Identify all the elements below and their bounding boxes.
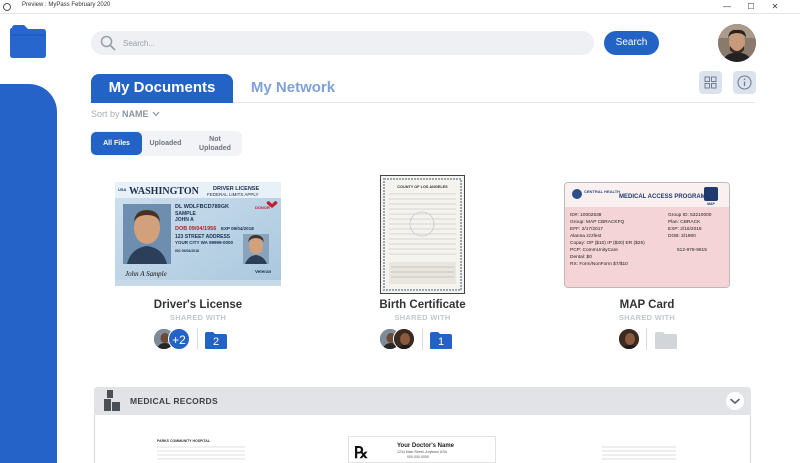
map-id: ID#: 10002638 <box>570 212 602 218</box>
map-pcp: PCP: CommUnityCare <box>570 247 618 253</box>
user-avatar[interactable] <box>718 24 756 62</box>
dl-state: WASHINGTON <box>129 186 200 197</box>
dl-addr2: YOUR CITY WA 99999-0000 <box>175 240 234 245</box>
more-shared-count[interactable]: +2 <box>168 328 190 350</box>
map-brand: CENTRAL HEALTH <box>584 189 620 194</box>
svg-text:℞: ℞ <box>354 445 368 462</box>
svg-text:USA: USA <box>118 187 127 192</box>
dl-name2: JOHN A <box>175 217 194 223</box>
map-exp: EXP: 2/16/2018 <box>668 226 702 232</box>
dl-iss: ISS 09/04/2018 <box>175 249 199 253</box>
window-icon[interactable] <box>3 3 11 11</box>
filter-not-uploaded[interactable]: Not Uploaded <box>189 132 241 155</box>
map-rx: RX: Form/NonForm $7/$10 <box>570 261 628 267</box>
shared-user-avatar[interactable] <box>618 328 640 350</box>
folder-count: 2 <box>212 336 220 348</box>
folder-icon[interactable] <box>9 24 47 58</box>
minimize-button[interactable]: — <box>722 1 732 12</box>
tab-my-documents[interactable]: My Documents <box>91 74 233 102</box>
tab-divider <box>233 102 755 103</box>
map-dob: DOB: 3/1980 <box>668 233 696 239</box>
map-eff: EFF: 2/17/2017 <box>570 226 603 232</box>
chevron-down-icon <box>730 398 740 405</box>
folder-count-badge[interactable]: 1 <box>429 331 453 350</box>
filter-uploaded[interactable]: Uploaded <box>142 132 189 155</box>
info-button[interactable] <box>733 71 756 94</box>
window-titlebar: Preview : MyPass February 2020 — ☐ ✕ <box>0 0 800 14</box>
info-icon <box>737 75 752 90</box>
doc-title[interactable]: MAP Card <box>564 299 730 311</box>
sort-label: Sort by <box>91 109 120 119</box>
medical-record-preview[interactable]: ℞ Your Doctor's Name 1234 Main Street, A… <box>348 436 496 463</box>
folder-count-badge[interactable]: 2 <box>204 331 228 350</box>
drivers-license-image[interactable]: USA WASHINGTON DRIVER LICENSE FEDERAL LI… <box>115 182 281 286</box>
doctor-name: Your Doctor's Name <box>397 443 455 449</box>
sort-control[interactable]: Sort by NAME <box>91 109 160 119</box>
shared-user-avatar[interactable] <box>393 328 415 350</box>
chevron-down-icon <box>152 111 160 117</box>
dl-sub: FEDERAL LIMITS APPLY <box>207 192 259 197</box>
dl-dob: DOB 09/04/1956 <box>175 226 216 232</box>
folder-button[interactable] <box>654 331 678 350</box>
close-button[interactable]: ✕ <box>770 1 780 12</box>
map-phone: 512-978-9615 <box>677 247 707 253</box>
buildings-icon <box>104 390 120 411</box>
folder-icon <box>655 332 677 349</box>
map-name: Alanna zzzfest <box>570 233 602 239</box>
divider <box>422 328 423 350</box>
map-dental: Dental: $0 <box>570 254 592 260</box>
doctor-address: 1234 Main Street, Anytown USA <box>397 450 448 454</box>
dl-veteran: Veteran <box>255 269 272 274</box>
grid-icon <box>704 76 717 89</box>
bc-header: COUNTY OF LOS ANGELES <box>397 185 448 189</box>
dl-donor: DONOR <box>255 205 270 210</box>
map-group-id: Group ID: 53210000 <box>668 212 712 218</box>
doc-title[interactable]: Birth Certificate <box>355 299 490 311</box>
shared-with-label: SHARED WITH <box>394 313 451 322</box>
doctor-phone: 000-000-0000 <box>407 455 429 459</box>
map-group: Group: MAP CBRACKFQ <box>570 219 625 225</box>
search-input[interactable] <box>123 35 583 51</box>
dl-number: DL WDLFBCD789GK <box>175 204 229 210</box>
sidebar <box>0 84 57 463</box>
map-card-image[interactable]: CENTRAL HEALTH MEDICAL ACCESS PROGRAM MA… <box>564 182 730 288</box>
divider <box>197 328 198 350</box>
shared-with-label: SHARED WITH <box>169 313 227 322</box>
search-button[interactable]: Search <box>604 31 659 55</box>
medical-record-preview[interactable]: PARKS COMMUNITY HOSPITAL <box>155 436 249 463</box>
record-header: PARKS COMMUNITY HOSPITAL <box>157 439 211 443</box>
shared-with-label: SHARED WITH <box>618 313 676 322</box>
map-copay: Copay: OP ($10) IP ($30) ER ($25) <box>570 240 645 246</box>
active-tab-underline <box>91 101 233 103</box>
map-badge: MAP <box>707 202 715 206</box>
tab-my-network[interactable]: My Network <box>233 74 353 102</box>
sort-value[interactable]: NAME <box>122 109 149 119</box>
search-icon <box>100 35 116 51</box>
map-plan: Plan: CBRACK <box>668 219 701 225</box>
map-program: MEDICAL ACCESS PROGRAM <box>619 194 706 200</box>
filter-all-files[interactable]: All Files <box>91 132 142 155</box>
doc-title[interactable]: Driver's License <box>115 299 281 311</box>
window-title: Preview : MyPass February 2020 <box>22 2 111 8</box>
collapse-button[interactable] <box>726 392 744 410</box>
grid-view-button[interactable] <box>699 71 722 94</box>
birth-certificate-image[interactable]: COUNTY OF LOS ANGELES <box>380 175 465 294</box>
maximize-button[interactable]: ☐ <box>746 1 756 12</box>
medical-record-preview[interactable] <box>600 441 680 463</box>
dl-exp: EXP 09/04/2018 <box>221 226 254 231</box>
divider <box>646 328 647 350</box>
medical-records-title: MEDICAL RECORDS <box>130 396 218 406</box>
folder-count: 1 <box>437 336 445 348</box>
dl-signature: John A Sample <box>125 270 167 278</box>
